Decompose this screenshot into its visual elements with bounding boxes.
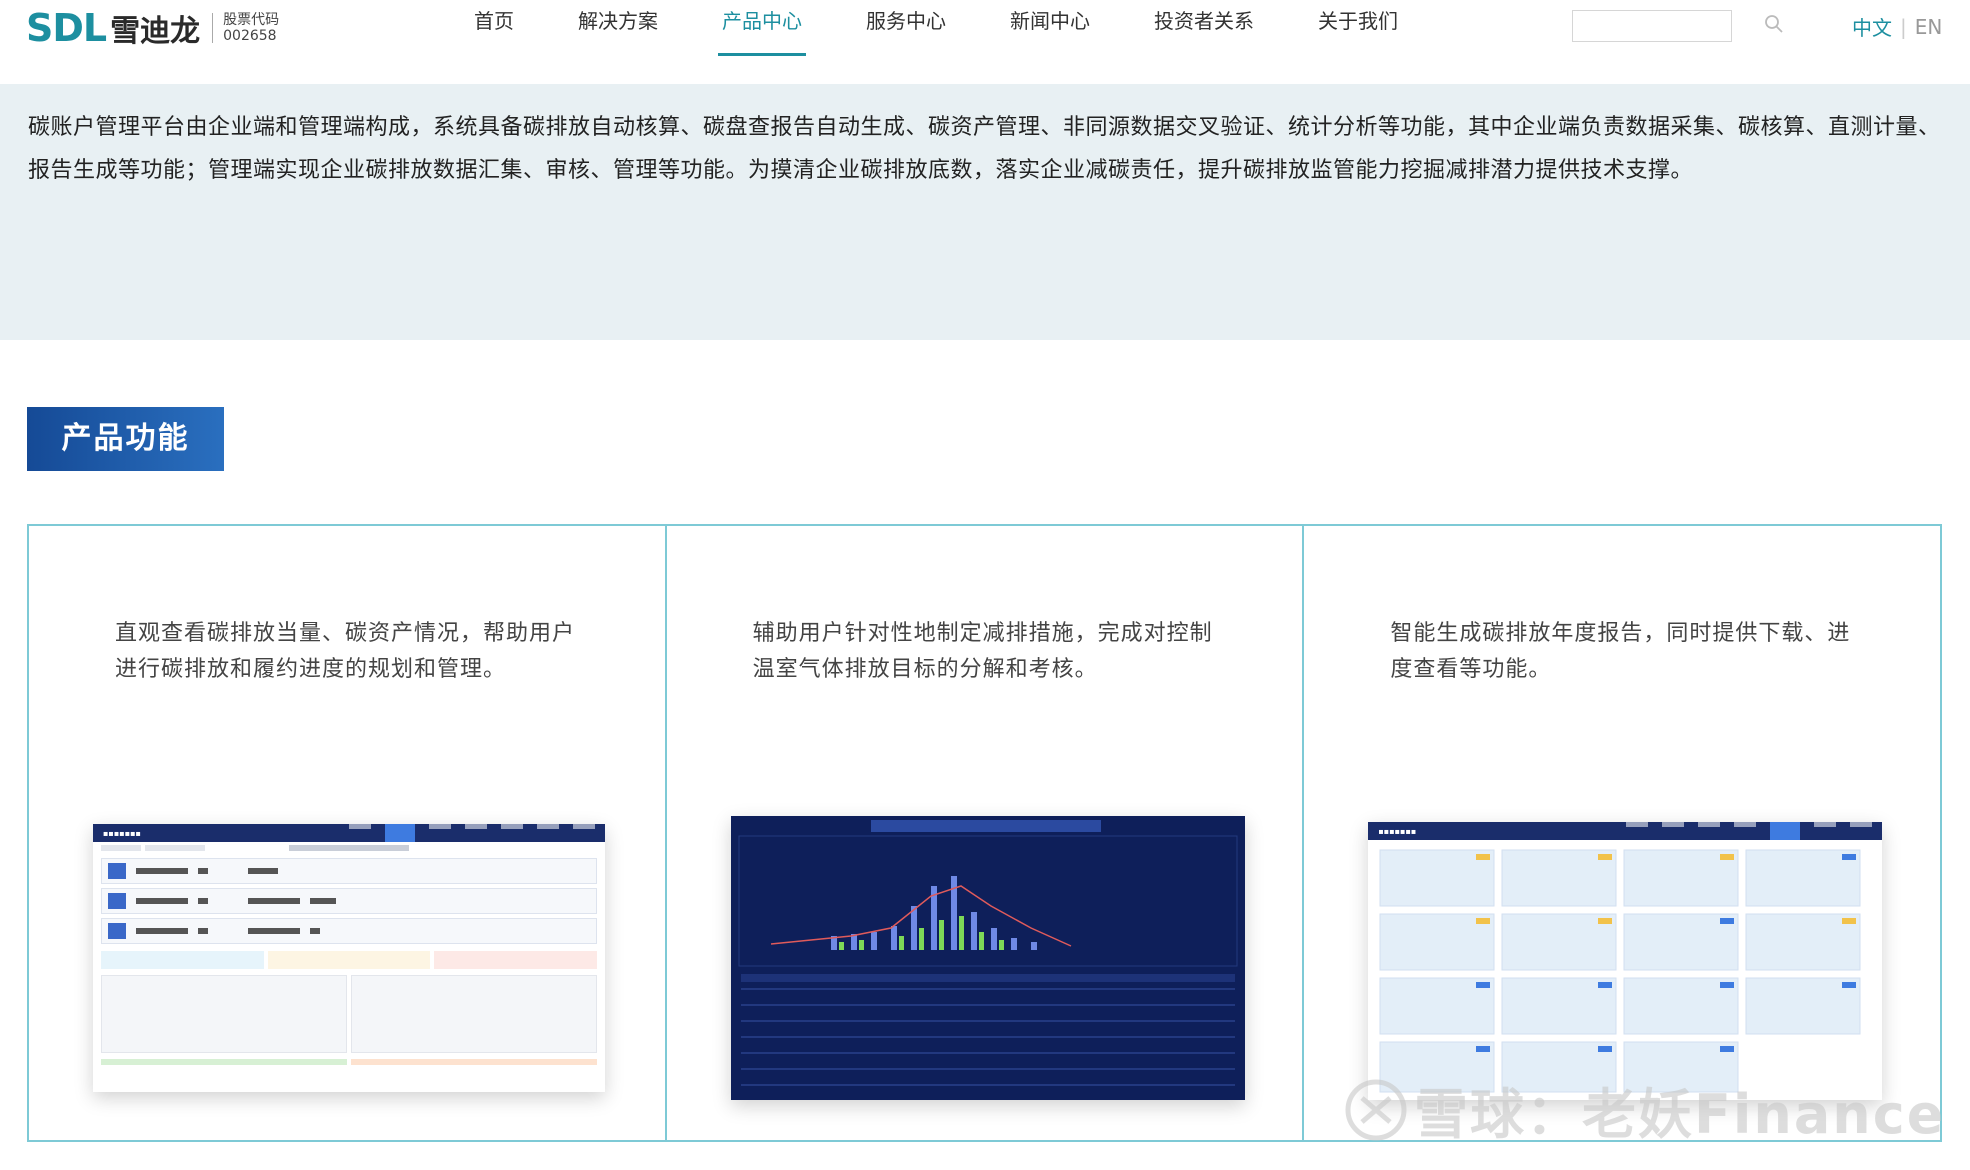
feature-card: 辅助用户针对性地制定减排措施，完成对控制温室气体排放目标的分解和考核。 bbox=[667, 526, 1305, 1140]
intro-section: 碳账户管理平台由企业端和管理端构成，系统具备碳排放自动核算、碳盘查报告自动生成、… bbox=[0, 84, 1970, 340]
nav-item-news[interactable]: 新闻中心 bbox=[1006, 0, 1094, 56]
search-icon[interactable] bbox=[1764, 14, 1784, 34]
features-grid: 直观查看碳排放当量、碳资产情况，帮助用户进行碳排放和履约进度的规划和管理。 ▪▪… bbox=[27, 524, 1942, 1142]
analytics-illustration bbox=[730, 816, 1245, 1100]
stock-info: 股票代码 002658 bbox=[223, 12, 279, 44]
stock-code: 002658 bbox=[223, 28, 277, 44]
section-title: 产品功能 bbox=[27, 407, 224, 471]
intro-text: 碳账户管理平台由企业端和管理端构成，系统具备碳排放自动核算、碳盘查报告自动生成、… bbox=[28, 115, 1941, 183]
language-switcher: 中文 | EN bbox=[1852, 12, 1942, 41]
feature-description: 智能生成碳排放年度报告，同时提供下载、进度查看等功能。 bbox=[1390, 621, 1851, 682]
feature-description: 辅助用户针对性地制定减排措施，完成对控制温室气体排放目标的分解和考核。 bbox=[752, 621, 1213, 682]
feature-screenshot-dashboard: ▪▪▪▪▪▪▪ bbox=[93, 824, 605, 1092]
stock-label: 股票代码 bbox=[223, 12, 280, 28]
feature-card: 直观查看碳排放当量、碳资产情况，帮助用户进行碳排放和履约进度的规划和管理。 ▪▪… bbox=[29, 526, 667, 1140]
site-header: SDL 雪迪龙 股票代码 002658 首页 解决方案 产品中心 服务中心 新闻… bbox=[0, 0, 1970, 84]
reports-grid-illustration bbox=[1379, 849, 1861, 1093]
company-logo[interactable]: SDL 雪迪龙 股票代码 002658 bbox=[26, 6, 279, 50]
lang-en-link[interactable]: EN bbox=[1915, 15, 1943, 39]
feature-screenshot-analytics bbox=[730, 816, 1245, 1100]
watermark-text: 雪球：老妖Finance bbox=[1414, 1083, 1946, 1146]
nav-item-services[interactable]: 服务中心 bbox=[862, 0, 950, 56]
logo-sdl-text: SDL bbox=[26, 6, 107, 50]
lang-divider: | bbox=[1900, 14, 1907, 39]
watermark: 雪球：老妖Finance bbox=[1344, 1070, 1945, 1149]
lang-zh-link[interactable]: 中文 bbox=[1852, 12, 1892, 41]
feature-card: 智能生成碳排放年度报告，同时提供下载、进度查看等功能。 ▪▪▪▪▪▪▪ bbox=[1304, 526, 1940, 1140]
logo-divider bbox=[212, 13, 214, 43]
feature-screenshot-reports: ▪▪▪▪▪▪▪ bbox=[1368, 822, 1883, 1100]
nav-item-about[interactable]: 关于我们 bbox=[1314, 0, 1402, 56]
feature-description: 直观查看碳排放当量、碳资产情况，帮助用户进行碳排放和履约进度的规划和管理。 bbox=[115, 621, 576, 682]
nav-item-home[interactable]: 首页 bbox=[470, 0, 518, 56]
logo-cn-text: 雪迪龙 bbox=[110, 14, 201, 49]
snowball-logo-icon bbox=[1345, 1079, 1407, 1140]
nav-item-investors[interactable]: 投资者关系 bbox=[1150, 0, 1258, 56]
search-input[interactable] bbox=[1572, 10, 1732, 42]
nav-item-products[interactable]: 产品中心 bbox=[718, 0, 806, 56]
main-nav: 首页 解决方案 产品中心 服务中心 新闻中心 投资者关系 关于我们 bbox=[470, 0, 1458, 60]
nav-item-solutions[interactable]: 解决方案 bbox=[574, 0, 662, 56]
